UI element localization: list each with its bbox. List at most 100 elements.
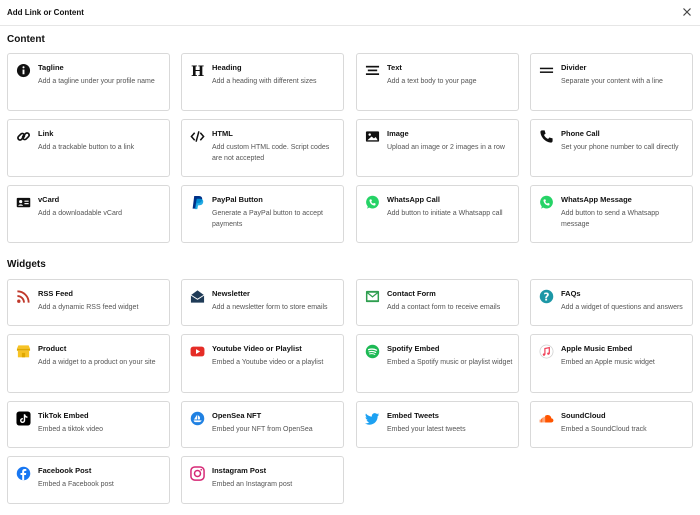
item-phone-call[interactable]: Phone Call Set your phone number to call… [530,119,693,177]
item-paypal-button[interactable]: PayPal Button Generate a PayPal button t… [181,185,344,243]
item-label: Text [387,63,402,72]
item-label: OpenSea NFT [212,411,262,420]
widget-embed-tweets[interactable]: Embed Tweets Embed your latest tweets [356,401,519,448]
modal-header: Add Link or Content [0,0,700,26]
item-description: Embed your NFT from OpenSea [212,426,313,433]
item-description: Add a widget to a product on your site [38,359,156,366]
item-whatsapp-call[interactable]: WhatsApp Call Add button to initiate a W… [356,185,519,243]
item-label: Spotify Embed [387,344,440,353]
item-label: WhatsApp Call [387,195,440,204]
item-description: Set your phone number to call directly [561,144,679,151]
item-label: PayPal Button [212,195,263,204]
contact-form-icon [365,289,380,304]
item-label: Tagline [38,63,64,72]
item-tagline[interactable]: Tagline Add a tagline under your profile… [7,53,170,111]
item-label: Product [38,344,67,353]
item-label: RSS Feed [38,289,74,298]
paypal-icon [190,195,205,210]
item-description: Add a dynamic RSS feed widget [38,304,139,311]
item-description: Add button to initiate a Whatsapp call [387,210,503,217]
widget-soundcloud[interactable]: SoundCloud Embed a SoundCloud track [530,401,693,448]
item-description: Add button to send a Whatsapp message [561,210,660,228]
item-label: Divider [561,63,587,72]
tiktok-icon [16,411,31,426]
item-description: Generate a PayPal button to accept payme… [212,210,323,228]
soundcloud-icon [539,411,554,426]
item-label: SoundCloud [561,411,606,420]
widget-facebook-post[interactable]: Facebook Post Embed a Facebook post [7,456,170,504]
item-description: Add a text body to your page [387,78,477,85]
widget-rss-feed[interactable]: RSS Feed Add a dynamic RSS feed widget [7,279,170,326]
widget-instagram-post[interactable]: Instagram Post Embed an Instagram post [181,456,344,504]
widget-product[interactable]: Product Add a widget to a product on you… [7,334,170,393]
widget-tiktok-embed[interactable]: TikTok Embed Embed a tiktok video [7,401,170,448]
item-description: Upload an image or 2 images in a row [387,144,505,151]
item-description: Embed a tiktok video [38,426,103,433]
close-icon [683,8,691,16]
item-label: Phone Call [561,129,600,138]
code-icon [190,129,205,144]
apple-music-icon [539,344,554,359]
item-label: Apple Music Embed [561,344,633,353]
widget-newsletter[interactable]: Newsletter Add a newsletter form to stor… [181,279,344,326]
item-label: TikTok Embed [38,411,89,420]
item-description: Add a trackable button to a link [38,144,135,151]
item-whatsapp-message[interactable]: WhatsApp Message Add button to send a Wh… [530,185,693,243]
item-description: Embed a Spotify music or playlist widget [387,359,513,366]
envelope-open-icon [190,289,205,304]
link-icon [16,129,31,144]
item-description: Add a tagline under your profile name [38,78,155,85]
question-circle-icon: ? [539,289,554,304]
item-vcard[interactable]: vCard Add a downloadable vCard [7,185,170,243]
opensea-icon [190,411,205,426]
spotify-icon [365,344,380,359]
instagram-icon [190,466,205,481]
item-description: Add a widget of questions and answers [561,304,683,311]
item-label: HTML [212,129,233,138]
facebook-icon [16,466,31,481]
heading-icon: H [190,63,205,78]
item-description: Add a heading with different sizes [212,78,317,85]
item-description: Embed an Instagram post [212,481,293,488]
item-label: Image [387,129,409,138]
item-link[interactable]: Link Add a trackable button to a link [7,119,170,177]
item-label: Heading [212,63,242,72]
item-heading[interactable]: H Heading Add a heading with different s… [181,53,344,111]
widget-opensea-nft[interactable]: OpenSea NFT Embed your NFT from OpenSea [181,401,344,448]
widget-apple-music[interactable]: Apple Music Embed Embed an Apple music w… [530,334,693,393]
item-description: Embed a Facebook post [38,481,114,488]
item-image[interactable]: Image Upload an image or 2 images in a r… [356,119,519,177]
close-button[interactable] [680,5,694,19]
divider-icon [539,63,554,78]
twitter-icon [365,411,380,426]
item-description: Embed an Apple music widget [561,359,655,366]
svg-text:H: H [191,64,204,78]
section-title-content: Content [7,34,45,45]
text-align-icon [365,63,380,78]
item-description: Embed your latest tweets [387,426,466,433]
item-description: Add a newsletter form to store emails [212,304,328,311]
widget-contact-form[interactable]: Contact Form Add a contact form to recei… [356,279,519,326]
item-description: Add a contact form to receive emails [387,304,501,311]
image-icon [365,129,380,144]
store-icon [16,344,31,359]
vcard-icon [16,195,31,210]
widget-spotify-embed[interactable]: Spotify Embed Embed a Spotify music or p… [356,334,519,393]
item-label: WhatsApp Message [561,195,632,204]
item-label: Contact Form [387,289,436,298]
item-description: Embed a SoundCloud track [561,426,647,433]
item-description: Separate your content with a line [561,78,663,85]
item-description: Add a downloadable vCard [38,210,123,217]
widget-youtube[interactable]: Youtube Video or Playlist Embed a Youtub… [181,334,344,393]
item-divider[interactable]: Divider Separate your content with a lin… [530,53,693,111]
widget-faqs[interactable]: ? FAQs Add a widget of questions and ans… [530,279,693,326]
whatsapp-icon [365,195,380,210]
item-label: vCard [38,195,60,204]
item-label: Instagram Post [212,466,267,475]
item-description: Embed a Youtube video or a playlist [212,359,324,366]
item-label: Facebook Post [38,466,92,475]
rss-icon [16,289,31,304]
item-html[interactable]: HTML Add custom HTML code. Script codes … [181,119,344,177]
item-text[interactable]: Text Add a text body to your page [356,53,519,111]
item-label: Newsletter [212,289,250,298]
